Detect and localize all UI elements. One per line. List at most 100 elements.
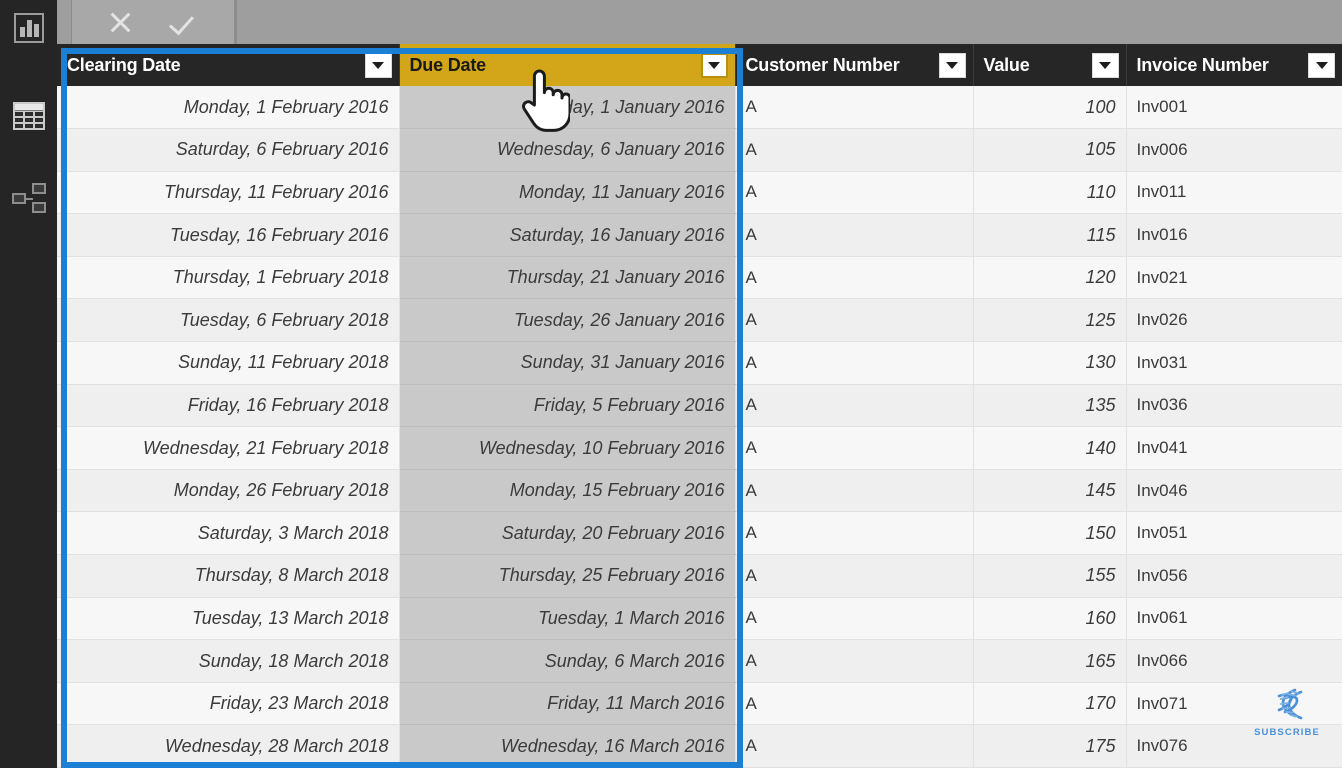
cell-invoice_number[interactable]: Inv066 [1126, 639, 1342, 683]
cell-invoice_number[interactable]: Inv006 [1126, 128, 1342, 172]
table-row[interactable]: Friday, 16 February 2018 Friday, 5 Februa… [57, 384, 1342, 428]
cell-customer_number[interactable]: A [735, 256, 974, 300]
cell-value[interactable]: 135 [973, 384, 1127, 428]
cell-customer_number[interactable]: A [735, 682, 974, 726]
cell-due_date[interactable]: Wednesday, 10 February 2016 [399, 426, 736, 470]
cell-invoice_number[interactable]: Inv026 [1126, 298, 1342, 343]
cell-clearing_date[interactable]: Thursday, 8 March 2018 [57, 554, 400, 598]
column-header-value[interactable]: Value [973, 44, 1127, 86]
column-header-clearing-date[interactable]: Clearing Date [57, 44, 400, 86]
cell-due_date[interactable]: Wednesday, 16 March 2016 [399, 724, 736, 768]
cell-customer_number[interactable]: A [735, 426, 974, 470]
cell-value[interactable]: 100 [973, 86, 1127, 130]
column-header-invoice-number[interactable]: Invoice Number [1126, 44, 1342, 86]
cell-due_date[interactable]: Tuesday, 26 January 2016 [399, 298, 736, 343]
cell-customer_number[interactable]: A [735, 384, 974, 428]
cell-clearing_date[interactable]: Wednesday, 21 February 2018 [57, 426, 400, 470]
cell-due_date[interactable]: Thursday, 21 January 2016 [399, 256, 736, 300]
cell-invoice_number[interactable]: Inv056 [1126, 554, 1342, 598]
cell-customer_number[interactable]: A [735, 341, 974, 385]
cell-due_date[interactable]: Sunday, 6 March 2016 [399, 639, 736, 683]
table-row[interactable]: Wednesday, 21 February 2018 Wednesday, 10… [57, 426, 1342, 470]
cell-due_date[interactable]: Saturday, 20 February 2016 [399, 511, 736, 556]
cell-value[interactable]: 130 [973, 341, 1127, 385]
cell-invoice_number[interactable]: Inv041 [1126, 426, 1342, 470]
table-row[interactable]: Tuesday, 6 February 2018 Tuesday, 26 Janu… [57, 298, 1342, 343]
cell-invoice_number[interactable]: Inv031 [1126, 341, 1342, 385]
table-row[interactable]: Friday, 23 March 2018 Friday, 11 March 20… [57, 682, 1342, 726]
table-row[interactable]: Thursday, 8 March 2018 Thursday, 25 Febru… [57, 554, 1342, 598]
cell-due_date[interactable]: Wednesday, 6 January 2016 [399, 128, 736, 172]
cell-value[interactable]: 105 [973, 128, 1127, 172]
filter-dropdown-due-date[interactable] [700, 52, 728, 78]
table-row[interactable]: Tuesday, 16 February 2016 Saturday, 16 Ja… [57, 213, 1342, 257]
cell-value[interactable]: 120 [973, 256, 1127, 300]
cell-clearing_date[interactable]: Thursday, 1 February 2018 [57, 256, 400, 300]
cell-due_date[interactable]: Saturday, 16 January 2016 [399, 213, 736, 257]
cell-clearing_date[interactable]: Saturday, 6 February 2016 [57, 128, 400, 172]
cell-due_date[interactable]: Thursday, 25 February 2016 [399, 554, 736, 598]
table-row[interactable]: Monday, 26 February 2018 Monday, 15 Febru… [57, 469, 1342, 513]
table-row[interactable]: Tuesday, 13 March 2018 Tuesday, 1 March 2… [57, 597, 1342, 641]
cell-invoice_number[interactable]: Inv046 [1126, 469, 1342, 513]
cell-clearing_date[interactable]: Thursday, 11 February 2016 [57, 171, 400, 215]
sidebar-item-data-view[interactable] [9, 96, 49, 136]
cell-value[interactable]: 115 [973, 213, 1127, 257]
cell-customer_number[interactable]: A [735, 298, 974, 343]
cell-value[interactable]: 150 [973, 511, 1127, 556]
cell-clearing_date[interactable]: Tuesday, 13 March 2018 [57, 597, 400, 641]
cell-invoice_number[interactable]: Inv021 [1126, 256, 1342, 300]
table-row[interactable]: Monday, 1 February 2016 Friday, 1 January… [57, 86, 1342, 130]
cell-value[interactable]: 175 [973, 724, 1127, 768]
cell-clearing_date[interactable]: Tuesday, 16 February 2016 [57, 213, 400, 257]
cell-clearing_date[interactable]: Sunday, 11 February 2018 [57, 341, 400, 385]
cell-invoice_number[interactable]: Inv016 [1126, 213, 1342, 257]
cell-value[interactable]: 155 [973, 554, 1127, 598]
column-header-due-date[interactable]: Due Date [399, 44, 736, 86]
cell-invoice_number[interactable]: Inv011 [1126, 171, 1342, 215]
cell-due_date[interactable]: Friday, 5 February 2016 [399, 384, 736, 428]
cell-invoice_number[interactable]: Inv071 [1126, 682, 1342, 726]
close-x-icon[interactable] [106, 8, 134, 36]
cell-value[interactable]: 165 [973, 639, 1127, 683]
cell-clearing_date[interactable]: Wednesday, 28 March 2018 [57, 724, 400, 768]
cell-customer_number[interactable]: A [735, 597, 974, 641]
data-grid[interactable]: Clearing Date Due Date Customer Number V… [57, 44, 1342, 768]
column-header-customer-number[interactable]: Customer Number [735, 44, 974, 86]
cell-value[interactable]: 160 [973, 597, 1127, 641]
cell-customer_number[interactable]: A [735, 511, 974, 556]
cell-value[interactable]: 145 [973, 469, 1127, 513]
table-row[interactable]: Sunday, 11 February 2018 Sunday, 31 Janua… [57, 341, 1342, 385]
cell-invoice_number[interactable]: Inv076 [1126, 724, 1342, 768]
cell-customer_number[interactable]: A [735, 639, 974, 683]
cell-due_date[interactable]: Sunday, 31 January 2016 [399, 341, 736, 385]
table-row[interactable]: Thursday, 11 February 2016 Monday, 11 Jan… [57, 171, 1342, 215]
checkmark-icon[interactable] [172, 8, 200, 36]
table-row[interactable]: Saturday, 3 March 2018 Saturday, 20 Febru… [57, 511, 1342, 556]
cell-due_date[interactable]: Monday, 11 January 2016 [399, 171, 736, 215]
cell-due_date[interactable]: Friday, 11 March 2016 [399, 682, 736, 726]
cell-customer_number[interactable]: A [735, 213, 974, 257]
table-row[interactable]: Saturday, 6 February 2016 Wednesday, 6 Ja… [57, 128, 1342, 172]
sidebar-item-report-view[interactable] [9, 8, 49, 48]
cell-clearing_date[interactable]: Friday, 16 February 2018 [57, 384, 400, 428]
cell-invoice_number[interactable]: Inv036 [1126, 384, 1342, 428]
cell-invoice_number[interactable]: Inv061 [1126, 597, 1342, 641]
cell-invoice_number[interactable]: Inv001 [1126, 86, 1342, 130]
cell-customer_number[interactable]: A [735, 554, 974, 598]
cell-clearing_date[interactable]: Saturday, 3 March 2018 [57, 511, 400, 556]
cell-customer_number[interactable]: A [735, 724, 974, 768]
cell-invoice_number[interactable]: Inv051 [1126, 511, 1342, 556]
table-row[interactable]: Wednesday, 28 March 2018 Wednesday, 16 Ma… [57, 724, 1342, 768]
cell-clearing_date[interactable]: Monday, 1 February 2016 [57, 86, 400, 130]
filter-dropdown-value[interactable] [1091, 52, 1119, 78]
cell-clearing_date[interactable]: Sunday, 18 March 2018 [57, 639, 400, 683]
filter-dropdown-invoice-number[interactable] [1308, 52, 1335, 78]
cell-customer_number[interactable]: A [735, 86, 974, 130]
cell-clearing_date[interactable]: Tuesday, 6 February 2018 [57, 298, 400, 343]
cell-value[interactable]: 140 [973, 426, 1127, 470]
table-row[interactable]: Thursday, 1 February 2018 Thursday, 21 Ja… [57, 256, 1342, 300]
cell-customer_number[interactable]: A [735, 469, 974, 513]
cell-value[interactable]: 125 [973, 298, 1127, 343]
cell-due_date[interactable]: Monday, 15 February 2016 [399, 469, 736, 513]
